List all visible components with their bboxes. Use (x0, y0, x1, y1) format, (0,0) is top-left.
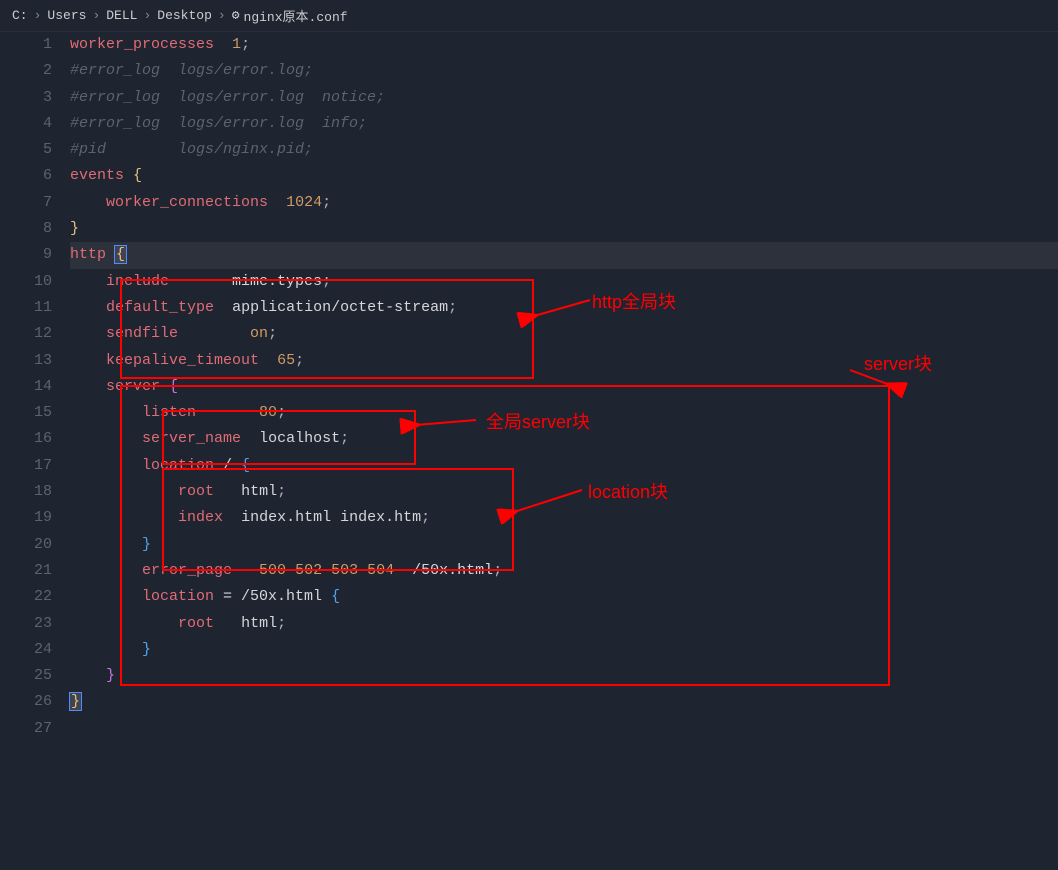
line-number: 5 (0, 137, 52, 163)
code-line[interactable]: #error_log logs/error.log info; (70, 111, 1058, 137)
line-number: 9 (0, 242, 52, 268)
line-number: 23 (0, 611, 52, 637)
line-number-gutter: 1 2 3 4 5 6 7 8 9 10 11 12 13 14 15 16 1… (0, 32, 70, 742)
code-line-current[interactable]: http { (70, 242, 1058, 268)
code-line[interactable]: root html; (70, 611, 1058, 637)
breadcrumb-part[interactable]: Desktop (157, 8, 212, 23)
code-line[interactable]: location = /50x.html { (70, 584, 1058, 610)
line-number: 22 (0, 584, 52, 610)
line-number: 27 (0, 716, 52, 742)
breadcrumb-file[interactable]: nginx原本.conf (244, 6, 348, 25)
line-number: 14 (0, 374, 52, 400)
line-number: 21 (0, 558, 52, 584)
code-line[interactable]: #pid logs/nginx.pid; (70, 137, 1058, 163)
line-number: 20 (0, 532, 52, 558)
code-line[interactable]: worker_connections 1024; (70, 190, 1058, 216)
line-number: 25 (0, 663, 52, 689)
code-line[interactable]: keepalive_timeout 65; (70, 348, 1058, 374)
line-number: 1 (0, 32, 52, 58)
code-line[interactable]: sendfile on; (70, 321, 1058, 347)
breadcrumb-part[interactable]: C: (12, 8, 28, 23)
line-number: 26 (0, 689, 52, 715)
chevron-right-icon: › (34, 8, 42, 23)
code-line[interactable]: server_name localhost; (70, 426, 1058, 452)
line-number: 4 (0, 111, 52, 137)
code-line[interactable]: include mime.types; (70, 269, 1058, 295)
code-line[interactable]: events { (70, 163, 1058, 189)
line-number: 24 (0, 637, 52, 663)
code-line[interactable]: #error_log logs/error.log notice; (70, 85, 1058, 111)
code-line[interactable]: } (70, 216, 1058, 242)
cursor: { (115, 246, 126, 263)
chevron-right-icon: › (218, 8, 226, 23)
code-line[interactable]: default_type application/octet-stream; (70, 295, 1058, 321)
code-line[interactable]: root html; (70, 479, 1058, 505)
line-number: 11 (0, 295, 52, 321)
chevron-right-icon: › (143, 8, 151, 23)
code-line[interactable]: } (70, 689, 1058, 715)
line-number: 18 (0, 479, 52, 505)
line-number: 7 (0, 190, 52, 216)
line-number: 8 (0, 216, 52, 242)
code-line[interactable]: index index.html index.htm; (70, 505, 1058, 531)
line-number: 3 (0, 85, 52, 111)
code-line[interactable]: } (70, 532, 1058, 558)
code-line[interactable]: worker_processes 1; (70, 32, 1058, 58)
code-line[interactable]: server { (70, 374, 1058, 400)
line-number: 10 (0, 269, 52, 295)
code-line[interactable]: } (70, 663, 1058, 689)
breadcrumb-part[interactable]: DELL (106, 8, 137, 23)
line-number: 2 (0, 58, 52, 84)
code-editor[interactable]: 1 2 3 4 5 6 7 8 9 10 11 12 13 14 15 16 1… (0, 32, 1058, 742)
breadcrumb[interactable]: C: › Users › DELL › Desktop › ⚙ nginx原本.… (0, 0, 1058, 32)
chevron-right-icon: › (92, 8, 100, 23)
line-number: 19 (0, 505, 52, 531)
code-content[interactable]: worker_processes 1; #error_log logs/erro… (70, 32, 1058, 742)
line-number: 13 (0, 348, 52, 374)
line-number: 15 (0, 400, 52, 426)
gear-icon: ⚙ (232, 8, 240, 23)
line-number: 12 (0, 321, 52, 347)
line-number: 6 (0, 163, 52, 189)
code-line[interactable] (70, 716, 1058, 742)
code-line[interactable]: } (70, 637, 1058, 663)
code-line[interactable]: error_page 500 502 503 504 /50x.html; (70, 558, 1058, 584)
line-number: 16 (0, 426, 52, 452)
code-line[interactable]: listen 80; (70, 400, 1058, 426)
breadcrumb-part[interactable]: Users (47, 8, 86, 23)
line-number: 17 (0, 453, 52, 479)
code-line[interactable]: location / { (70, 453, 1058, 479)
code-line[interactable]: #error_log logs/error.log; (70, 58, 1058, 84)
